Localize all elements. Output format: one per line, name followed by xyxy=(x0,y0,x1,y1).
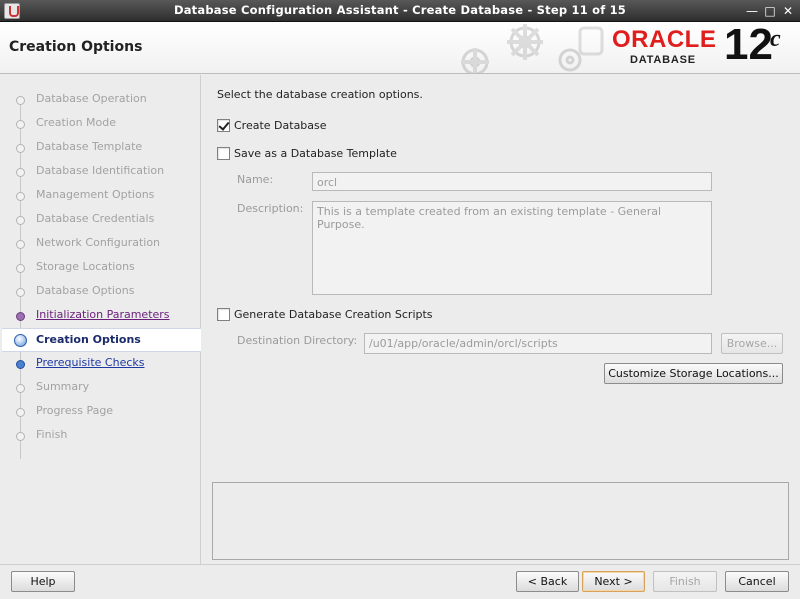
step-done-icon xyxy=(16,264,25,273)
generate-scripts-label[interactable]: Generate Database Creation Scripts xyxy=(234,308,433,321)
nav-step-label: Database Template xyxy=(36,140,143,153)
logo-version: 12 xyxy=(724,22,773,69)
oracle-logo: ORACLE DATABASE 12 c xyxy=(606,22,796,72)
maximize-icon[interactable]: □ xyxy=(762,3,778,19)
save-template-checkbox[interactable] xyxy=(217,147,230,160)
steps-navigation: Database Operation Creation Mode Databas… xyxy=(2,75,201,564)
logo-version-suffix: c xyxy=(770,26,781,52)
step-done-icon xyxy=(16,192,25,201)
nav-step-database-template: Database Template xyxy=(2,136,201,160)
nav-step-label: Database Credentials xyxy=(36,212,155,225)
name-label: Name: xyxy=(237,173,274,186)
destination-label: Destination Directory: xyxy=(237,334,358,347)
content-panel: Select the database creation options. Cr… xyxy=(203,75,800,564)
step-done-icon xyxy=(16,288,25,297)
nav-step-label: Finish xyxy=(36,428,68,441)
nav-step-initialization-parameters[interactable]: Initialization Parameters xyxy=(2,304,201,328)
page-title: Creation Options xyxy=(9,39,143,55)
step-done-icon xyxy=(16,216,25,225)
next-button[interactable]: Next > xyxy=(582,571,645,592)
message-panel xyxy=(212,482,789,560)
nav-step-finish: Finish xyxy=(2,424,201,448)
template-name-field[interactable]: orcl xyxy=(312,172,712,191)
nav-step-label: Management Options xyxy=(36,188,155,201)
nav-step-management-options: Management Options xyxy=(2,184,201,208)
nav-step-database-options: Database Options xyxy=(2,280,201,304)
nav-step-storage-locations: Storage Locations xyxy=(2,256,201,280)
step-pending-icon xyxy=(16,432,25,441)
destination-directory-field[interactable]: /u01/app/oracle/admin/orcl/scripts xyxy=(364,333,712,354)
window-title-bar[interactable]: Database Configuration Assistant - Creat… xyxy=(0,0,800,22)
step-done-icon xyxy=(16,240,25,249)
nav-step-label: Database Operation xyxy=(36,92,147,105)
finish-button[interactable]: Finish xyxy=(653,571,717,592)
close-icon[interactable]: ✕ xyxy=(780,3,796,19)
nav-step-label: Storage Locations xyxy=(36,260,135,273)
help-button[interactable]: Help xyxy=(11,571,75,592)
description-label: Description: xyxy=(237,202,304,215)
nav-step-label[interactable]: Prerequisite Checks xyxy=(36,356,144,369)
nav-step-label: Creation Mode xyxy=(36,116,117,129)
nav-step-prerequisite-checks[interactable]: Prerequisite Checks xyxy=(2,352,201,376)
step-done-icon xyxy=(16,144,25,153)
window-title: Database Configuration Assistant - Creat… xyxy=(173,3,627,17)
step-done-icon xyxy=(16,120,25,129)
nav-step-network-configuration: Network Configuration xyxy=(2,232,201,256)
template-description-field[interactable]: This is a template created from an exist… xyxy=(312,201,712,295)
step-current-icon xyxy=(14,334,27,347)
gears-decoration-icon xyxy=(461,24,604,73)
wizard-footer: Help < Back Next > Finish Cancel xyxy=(0,564,800,599)
nav-step-database-credentials: Database Credentials xyxy=(2,208,201,232)
step-next-icon xyxy=(16,360,25,369)
cancel-button[interactable]: Cancel xyxy=(725,571,789,592)
nav-step-summary: Summary xyxy=(2,376,201,400)
generate-scripts-checkbox[interactable] xyxy=(217,308,230,321)
nav-step-label: Progress Page xyxy=(36,404,114,417)
step-pending-icon xyxy=(16,384,25,393)
create-database-checkbox[interactable] xyxy=(217,119,230,132)
save-template-label[interactable]: Save as a Database Template xyxy=(234,147,397,160)
customize-storage-button[interactable]: Customize Storage Locations... xyxy=(604,363,783,384)
logo-product: DATABASE xyxy=(630,54,696,66)
page-header: Creation Options ORACLE DATABASE 12 c xyxy=(0,22,800,74)
create-database-label[interactable]: Create Database xyxy=(234,119,327,132)
step-done-icon xyxy=(16,96,25,105)
minimize-icon[interactable]: — xyxy=(744,3,760,19)
nav-step-label[interactable]: Initialization Parameters xyxy=(36,308,170,321)
intro-text: Select the database creation options. xyxy=(217,88,423,101)
nav-step-database-operation: Database Operation xyxy=(2,88,201,112)
step-done-icon xyxy=(16,168,25,177)
nav-step-label: Database Identification xyxy=(36,164,165,177)
nav-step-label: Summary xyxy=(36,380,90,393)
nav-step-creation-options: Creation Options xyxy=(2,328,201,352)
nav-step-database-identification: Database Identification xyxy=(2,160,201,184)
logo-brand: ORACLE xyxy=(612,26,717,53)
nav-step-label: Creation Options xyxy=(36,333,141,346)
nav-step-label: Database Options xyxy=(36,284,135,297)
browse-button[interactable]: Browse... xyxy=(721,333,783,354)
step-pending-icon xyxy=(16,408,25,417)
nav-step-creation-mode: Creation Mode xyxy=(2,112,201,136)
nav-step-progress-page: Progress Page xyxy=(2,400,201,424)
back-button[interactable]: < Back xyxy=(516,571,579,592)
nav-step-label: Network Configuration xyxy=(36,236,161,249)
step-visited-icon xyxy=(16,312,25,321)
